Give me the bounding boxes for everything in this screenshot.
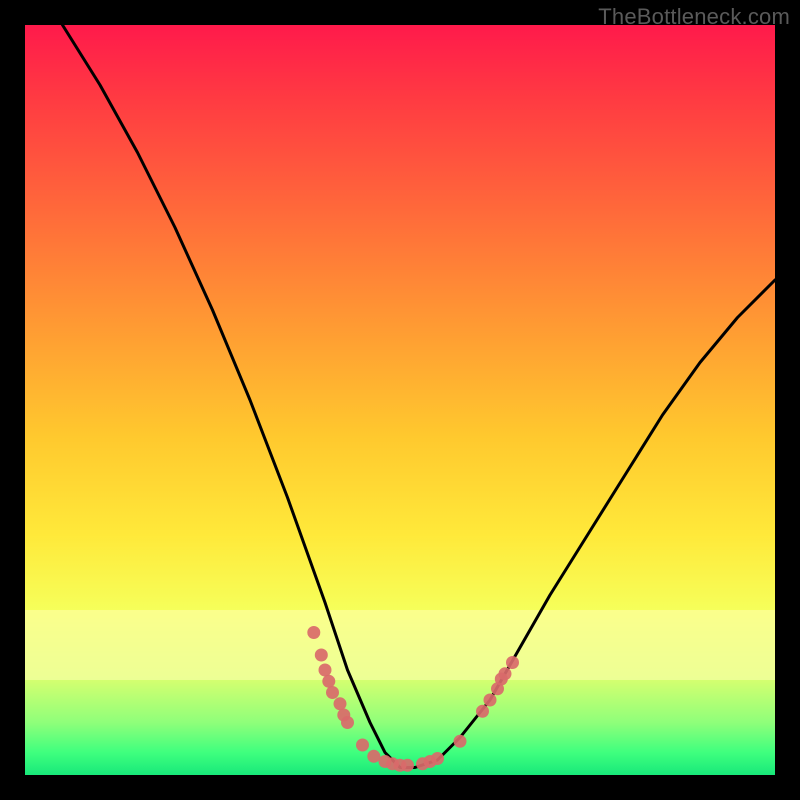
bottleneck-curve <box>63 25 776 768</box>
plot-area <box>25 25 775 775</box>
chart-frame: TheBottleneck.com <box>0 0 800 800</box>
watermark-text: TheBottleneck.com <box>598 4 790 30</box>
chart-svg <box>25 25 775 775</box>
